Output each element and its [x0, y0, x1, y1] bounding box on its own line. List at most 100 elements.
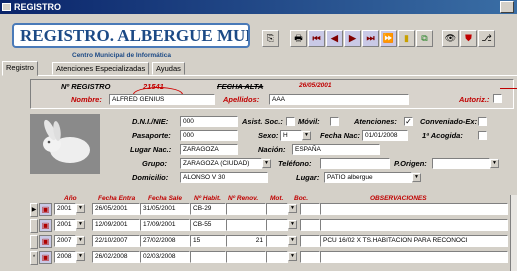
cell-habit[interactable]: CB-55	[190, 219, 226, 231]
first-record-button[interactable]: ⏮	[308, 30, 325, 47]
row-selector[interactable]	[30, 235, 38, 249]
year-dropdown-icon[interactable]: ▼	[76, 236, 85, 245]
row-selector[interactable]: *	[30, 251, 38, 265]
cell-renov[interactable]	[226, 219, 266, 231]
autoriz-checkbox[interactable]	[493, 94, 502, 103]
record-icon[interactable]: ▣	[39, 203, 52, 216]
copy-icon[interactable]: ⎘	[262, 30, 279, 47]
minimize-button[interactable]	[500, 1, 514, 13]
cell-boc[interactable]	[300, 235, 320, 247]
row-selector[interactable]	[30, 219, 38, 233]
cell-mot[interactable]	[266, 235, 288, 247]
conveniado-checkbox[interactable]	[478, 117, 487, 126]
next-record-button[interactable]: ▶	[344, 30, 361, 47]
grid-scrollbar[interactable]	[510, 195, 517, 271]
cell-habit[interactable]	[190, 251, 226, 263]
telefono-field[interactable]	[320, 158, 390, 169]
apellidos-field[interactable]: AAA	[269, 94, 409, 105]
tab-atenciones-especializadas[interactable]: Atenciones Especializadas	[52, 62, 150, 75]
table-row[interactable]: * ▣ 2008 ▼ 26/02/2008 02/03/2008 ▼	[30, 251, 517, 267]
cell-year[interactable]: 2001	[54, 203, 76, 215]
record-icon[interactable]: ▣	[39, 235, 52, 248]
cell-renov[interactable]	[226, 203, 266, 215]
tools-icon[interactable]: ⎇	[478, 30, 495, 47]
cell-renov[interactable]	[226, 251, 266, 263]
tab-ayudas[interactable]: Ayudas	[152, 62, 185, 75]
cell-mot[interactable]	[266, 203, 288, 215]
pasaporte-field[interactable]: 000	[180, 130, 238, 141]
cell-mot[interactable]	[266, 251, 288, 263]
movil-checkbox[interactable]	[330, 117, 339, 126]
cell-mot[interactable]	[266, 219, 288, 231]
print-icon[interactable]: 🖶	[290, 30, 307, 47]
tab-registro[interactable]: Registro	[2, 61, 38, 76]
year-dropdown-icon[interactable]: ▼	[76, 252, 85, 261]
table-row[interactable]: ▣ 2007 ▼ 22/10/2007 27/02/2008 15 21 ▼ P…	[30, 235, 517, 251]
cell-fecha-entra[interactable]: 22/10/2007	[92, 235, 140, 247]
mot-dropdown-icon[interactable]: ▼	[288, 220, 297, 229]
table-row[interactable]: ▣ 2001 ▼ 12/09/2001 17/09/2001 CB-55 ▼	[30, 219, 517, 235]
lugar-select[interactable]: PATIO albergue	[324, 172, 412, 183]
cell-boc[interactable]	[300, 251, 320, 263]
cell-habit[interactable]: CB-29	[190, 203, 226, 215]
cell-year[interactable]: 2008	[54, 251, 76, 263]
year-dropdown-icon[interactable]: ▼	[76, 220, 85, 229]
origen-dropdown-icon[interactable]: ▼	[490, 159, 499, 168]
cell-fecha-entra[interactable]: 12/09/2001	[92, 219, 140, 231]
col-header-fecha-sale: Fecha Sale	[148, 195, 182, 202]
mot-dropdown-icon[interactable]: ▼	[288, 204, 297, 213]
asist-soc-checkbox[interactable]	[286, 117, 295, 126]
previous-record-button[interactable]: ◀	[326, 30, 343, 47]
new-record-button[interactable]: ⏩	[380, 30, 397, 47]
cell-year[interactable]: 2007	[54, 235, 76, 247]
fecha-nac-field[interactable]: 01/01/2008	[362, 130, 408, 141]
mot-dropdown-icon[interactable]: ▼	[288, 236, 297, 245]
cell-observaciones[interactable]	[320, 251, 508, 263]
cell-year[interactable]: 2001	[54, 219, 76, 231]
sexo-dropdown-icon[interactable]: ▼	[302, 131, 311, 140]
acogida-checkbox[interactable]	[478, 131, 487, 140]
window-icon-button[interactable]: ⧉	[416, 30, 433, 47]
cell-observaciones[interactable]	[320, 203, 508, 215]
domicilio-field[interactable]: ALONSO V 30	[180, 172, 268, 183]
binoculars-icon[interactable]: 👁	[442, 30, 459, 47]
lugar-dropdown-icon[interactable]: ▼	[412, 173, 421, 182]
atenciones-label: Atenciones:	[354, 117, 397, 126]
cell-fecha-sale[interactable]: 17/09/2001	[140, 219, 190, 231]
cell-fecha-sale[interactable]: 27/02/2008	[140, 235, 190, 247]
last-record-button[interactable]: ⏭	[362, 30, 379, 47]
nacion-label: Nación:	[258, 145, 286, 154]
origen-label: P.Origen:	[394, 159, 427, 168]
cell-fecha-sale[interactable]: 31/05/2001	[140, 203, 190, 215]
autoriz-label: Autoriz.:	[459, 95, 490, 104]
cell-observaciones[interactable]	[320, 219, 508, 231]
cell-renov[interactable]: 21	[226, 235, 266, 247]
filter-icon[interactable]: ⛊	[460, 30, 477, 47]
cell-boc[interactable]	[300, 203, 320, 215]
origen-select[interactable]	[432, 158, 490, 169]
sexo-select[interactable]: H	[280, 130, 302, 141]
cell-fecha-entra[interactable]: 26/02/2008	[92, 251, 140, 263]
atenciones-checkbox[interactable]: ✓	[404, 117, 413, 126]
lugar-nac-field[interactable]: ZARAGOZA	[180, 144, 238, 155]
cell-observaciones[interactable]: PCU 16/02 X TS.HABITACION PARA RECONOCI	[320, 235, 508, 247]
record-icon[interactable]: ▣	[39, 219, 52, 232]
record-icon[interactable]: ▣	[39, 251, 52, 264]
grupo-select[interactable]: ZARAGOZA (CIUDAD)	[180, 158, 262, 169]
conveniado-label: Conveniado-Ex:	[420, 117, 478, 126]
asist-soc-label: Asist. Soc.:	[242, 117, 283, 126]
nombre-field[interactable]: ALFRED GENIUS	[109, 94, 215, 105]
cell-fecha-sale[interactable]: 02/03/2008	[140, 251, 190, 263]
dni-field[interactable]: 000	[180, 116, 238, 127]
cell-boc[interactable]	[300, 219, 320, 231]
year-dropdown-icon[interactable]: ▼	[76, 204, 85, 213]
mot-dropdown-icon[interactable]: ▼	[288, 252, 297, 261]
table-row[interactable]: ▶ ▣ 2001 ▼ 26/05/2001 31/05/2001 CB-29 ▼	[30, 203, 517, 219]
nacion-field[interactable]: ESPAÑA	[292, 144, 380, 155]
grupo-dropdown-icon[interactable]: ▼	[262, 159, 271, 168]
cell-fecha-entra[interactable]: 26/05/2001	[92, 203, 140, 215]
notes-icon[interactable]: ▮	[398, 30, 415, 47]
acogida-label: 1ª Acogida:	[422, 131, 463, 140]
row-selector[interactable]: ▶	[30, 203, 38, 217]
cell-habit[interactable]: 15	[190, 235, 226, 247]
